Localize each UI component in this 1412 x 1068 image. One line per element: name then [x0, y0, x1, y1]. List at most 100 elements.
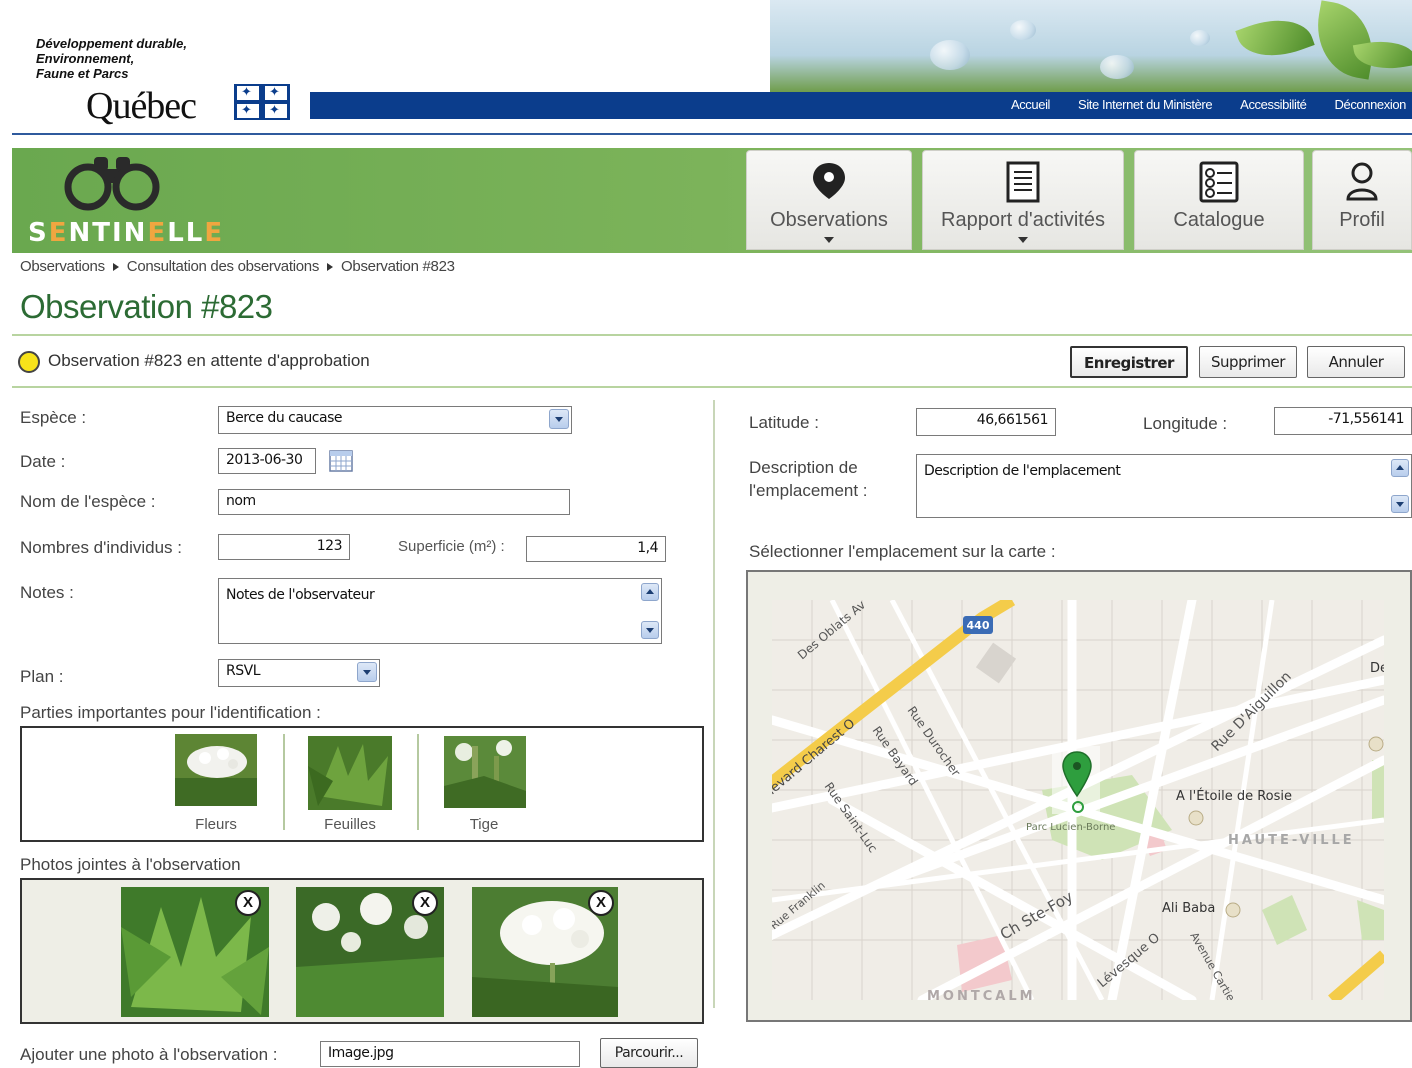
description-textarea[interactable]: Description de l'emplacement: [916, 454, 1412, 518]
calendar-icon[interactable]: [329, 450, 353, 472]
part-caption: Fleurs: [195, 816, 237, 833]
quebec-logo-text: Québec: [86, 85, 197, 127]
add-photo-field[interactable]: Image.jpg: [320, 1041, 580, 1067]
photos-label: Photos jointes à l'observation: [20, 855, 241, 874]
nav-rapport[interactable]: Rapport d'activités: [922, 150, 1124, 250]
status-text: Observation #823 en attente d'approbatio…: [48, 351, 370, 370]
chevron-down-icon[interactable]: [357, 662, 377, 682]
nav-label: Catalogue: [1173, 209, 1265, 231]
map-place-label: MONTCALM: [927, 989, 1036, 1000]
breadcrumb-item[interactable]: Consultation des observations: [127, 258, 320, 275]
part-caption: Feuilles: [324, 816, 376, 833]
quebec-flag-icon: [234, 84, 290, 120]
nav-label: Observations: [770, 209, 888, 231]
species-select-value: Berce du caucase: [226, 410, 342, 426]
scroll-down-icon[interactable]: [1391, 495, 1409, 513]
part-image-feuilles[interactable]: [308, 736, 392, 810]
chevron-right-icon: [112, 262, 119, 271]
map-place-label: A l'Étoile de Rosie: [1176, 788, 1292, 804]
document-icon: [1006, 161, 1040, 203]
map-place-label: Ali Baba: [1162, 901, 1215, 916]
add-photo-label: Ajouter une photo à l'observation :: [20, 1045, 278, 1064]
delete-button[interactable]: Supprimer: [1199, 346, 1297, 378]
notes-textarea[interactable]: Notes de l'observateur: [218, 578, 662, 644]
map-marker-icon[interactable]: [1052, 746, 1100, 814]
map-place-label: Parc Lucien-Borne: [1026, 822, 1115, 833]
chevron-down-icon: [824, 237, 834, 243]
species-name-label: Nom de l'espèce :: [20, 492, 156, 511]
scroll-down-icon[interactable]: [641, 621, 659, 639]
breadcrumb-item: Observation #823: [341, 258, 455, 275]
chevron-right-icon: [327, 262, 334, 271]
breadcrumb-item[interactable]: Observations: [20, 258, 105, 275]
species-label: Espèce :: [20, 408, 87, 427]
map-place-label: HAUTE-VILLE: [1228, 833, 1355, 848]
part-caption: Tige: [469, 816, 499, 833]
description-label-line: Description de: [749, 458, 858, 477]
parts-gallery: Fleurs Feuilles Tige: [20, 726, 704, 842]
individuals-field[interactable]: 123: [218, 534, 350, 560]
remove-photo-button[interactable]: X: [412, 890, 438, 916]
area-field[interactable]: 1,4: [526, 536, 666, 562]
save-button[interactable]: Enregistrer: [1070, 346, 1188, 378]
map-place-label: De: [1370, 661, 1384, 676]
location-map[interactable]: 440 Des Oblats Av levard Charest O Rue D…: [772, 600, 1384, 1000]
individuals-label: Nombres d'individus :: [20, 538, 182, 557]
description-label: Description de l'emplacement :: [749, 456, 868, 502]
cancel-button[interactable]: Annuler: [1307, 346, 1405, 378]
longitude-label: Longitude :: [1143, 414, 1228, 433]
ministry-line: Environnement,: [36, 51, 135, 66]
divider: [12, 334, 1412, 336]
divider: [417, 734, 419, 830]
remove-photo-button[interactable]: X: [588, 890, 614, 916]
chevron-down-icon: [1018, 237, 1028, 243]
description-label-line: l'emplacement :: [749, 481, 868, 500]
catalogue-icon: [1199, 161, 1239, 203]
nav-observations[interactable]: Observations: [746, 150, 912, 250]
link-site-ministere[interactable]: Site Internet du Ministère: [1078, 97, 1213, 112]
part-image-fleurs[interactable]: [175, 734, 257, 806]
poi-icon: [1225, 902, 1241, 918]
plan-select-value: RSVL: [226, 663, 261, 679]
nav-profil[interactable]: Profil: [1312, 150, 1412, 250]
header-banner-image: [770, 0, 1412, 92]
latitude-label: Latitude :: [749, 413, 819, 432]
notes-text: Notes de l'observateur: [226, 587, 375, 603]
binoculars-icon: [64, 157, 160, 211]
date-field[interactable]: 2013-06-30: [218, 448, 316, 474]
notes-label: Notes :: [20, 583, 74, 602]
species-name-field[interactable]: nom: [218, 489, 570, 515]
latitude-field[interactable]: 46,661561: [916, 408, 1056, 436]
divider: [12, 386, 1412, 388]
chevron-down-icon[interactable]: [549, 409, 569, 429]
link-deconnexion[interactable]: Déconnexion: [1335, 97, 1407, 112]
breadcrumb: Observations Consultation des observatio…: [20, 258, 455, 275]
map-label: Sélectionner l'emplacement sur la carte …: [749, 542, 1056, 561]
user-icon: [1346, 162, 1378, 201]
nav-label: Rapport d'activités: [941, 209, 1105, 231]
area-label: Superficie (m²) :: [398, 538, 505, 555]
remove-photo-button[interactable]: X: [235, 890, 261, 916]
nav-catalogue[interactable]: Catalogue: [1134, 150, 1304, 250]
browse-button[interactable]: Parcourir...: [600, 1038, 698, 1068]
species-select[interactable]: Berce du caucase: [218, 406, 572, 434]
description-text: Description de l'emplacement: [924, 463, 1121, 479]
date-label: Date :: [20, 452, 66, 471]
part-image-tige[interactable]: [444, 736, 526, 808]
poi-icon: [1188, 810, 1204, 826]
header-links: Accueil Site Internet du Ministère Acces…: [1011, 97, 1406, 112]
scroll-up-icon[interactable]: [641, 583, 659, 601]
highway-shield: 440: [967, 619, 990, 632]
scroll-up-icon[interactable]: [1391, 459, 1409, 477]
link-accessibilite[interactable]: Accessibilité: [1240, 97, 1307, 112]
link-accueil[interactable]: Accueil: [1011, 97, 1051, 112]
ministry-line: Faune et Parcs: [36, 66, 129, 81]
plan-select[interactable]: RSVL: [218, 659, 380, 687]
header-divider: [12, 133, 1412, 135]
sentinelle-logo: SENTINELLE: [28, 218, 225, 248]
ministry-name: Développement durable, Environnement, Fa…: [36, 36, 187, 81]
ministry-line: Développement durable,: [36, 36, 187, 51]
photos-gallery: X X X: [20, 878, 704, 1024]
column-divider: [713, 400, 715, 1008]
longitude-field[interactable]: -71,556141: [1274, 407, 1412, 435]
